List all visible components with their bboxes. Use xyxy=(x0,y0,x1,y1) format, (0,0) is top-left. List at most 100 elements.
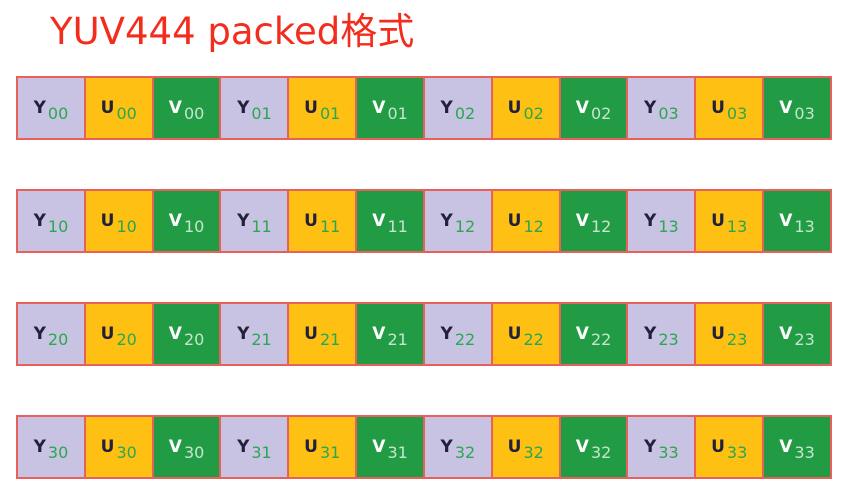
u-sample-cell: U 00 xyxy=(85,78,154,138)
pixel-index: 10 xyxy=(116,217,137,236)
cell-label: U 01 xyxy=(304,98,340,123)
pixel-index: 20 xyxy=(47,330,69,349)
component-letter: V xyxy=(575,211,589,231)
pixel-index: 22 xyxy=(523,330,544,349)
v-sample-cell: V 20 xyxy=(153,304,222,364)
u-sample-cell: U 20 xyxy=(85,304,154,364)
pixel-index: 31 xyxy=(387,443,408,462)
cell-label: V 03 xyxy=(779,98,815,123)
pixel-index: 11 xyxy=(387,217,408,236)
component-letter: U xyxy=(304,98,318,118)
pixel-index: 33 xyxy=(726,443,748,462)
pixel-index: 30 xyxy=(183,443,205,462)
u-sample-cell: U 22 xyxy=(492,304,561,364)
component-letter: Y xyxy=(644,211,657,231)
component-letter: Y xyxy=(33,437,46,457)
cell-label: Y 31 xyxy=(237,437,272,462)
v-sample-cell: V 30 xyxy=(153,417,222,477)
cell-label: U 30 xyxy=(100,437,137,462)
u-sample-cell: U 23 xyxy=(696,304,765,364)
cell-label: U 11 xyxy=(304,211,340,236)
cell-label: V 13 xyxy=(779,211,815,236)
y-sample-cell: Y 31 xyxy=(221,417,290,477)
v-sample-cell: V 01 xyxy=(357,78,425,138)
component-letter: U xyxy=(711,98,725,118)
cell-label: Y 22 xyxy=(440,324,476,349)
pixel-index: 11 xyxy=(319,217,341,236)
component-letter: U xyxy=(304,324,318,344)
diagram-title: YUV444 packed格式 xyxy=(50,10,415,53)
cell-label: Y 03 xyxy=(644,98,679,123)
component-letter: V xyxy=(372,211,386,231)
pixel-index: 20 xyxy=(183,330,205,349)
cell-label: V 32 xyxy=(575,437,612,462)
v-sample-cell: V 13 xyxy=(764,191,830,251)
component-letter: U xyxy=(100,437,115,457)
y-sample-cell: Y 12 xyxy=(424,191,493,251)
cell-label: Y 20 xyxy=(34,324,69,349)
pixel-row-3: Y 30 U 30 V 30 Y 31 U 31 V 31 Y 32 U 32 V 32 Y 33 U 33 V 33 xyxy=(16,415,832,479)
pixel-index: 03 xyxy=(658,104,679,123)
component-letter: Y xyxy=(644,324,657,344)
v-sample-cell: V 12 xyxy=(560,191,629,251)
cell-label: U 31 xyxy=(304,437,340,462)
pixel-index: 30 xyxy=(116,443,137,462)
cell-label: U 13 xyxy=(711,211,747,236)
component-letter: V xyxy=(168,324,182,344)
cell-label: Y 13 xyxy=(644,211,679,236)
component-letter: U xyxy=(100,211,115,231)
component-letter: Y xyxy=(237,211,250,231)
v-sample-cell: V 21 xyxy=(357,304,425,364)
pixel-index: 32 xyxy=(523,443,544,462)
pixel-index: 23 xyxy=(794,330,815,349)
component-letter: Y xyxy=(440,437,453,457)
component-letter: V xyxy=(372,98,386,118)
cell-label: U 33 xyxy=(711,437,747,462)
component-letter: U xyxy=(100,324,115,344)
component-letter: V xyxy=(575,437,589,457)
component-letter: V xyxy=(779,324,793,344)
component-letter: V xyxy=(168,211,182,231)
component-letter: U xyxy=(711,324,725,344)
y-sample-cell: Y 13 xyxy=(628,191,697,251)
u-sample-cell: U 30 xyxy=(85,417,154,477)
cell-label: U 10 xyxy=(100,211,137,236)
component-letter: Y xyxy=(440,324,453,344)
v-sample-cell: V 33 xyxy=(764,417,830,477)
y-sample-cell: Y 03 xyxy=(628,78,697,138)
pixel-index: 31 xyxy=(251,443,272,462)
cell-label: V 31 xyxy=(372,437,408,462)
y-sample-cell: Y 22 xyxy=(424,304,493,364)
component-letter: U xyxy=(507,98,522,118)
component-letter: Y xyxy=(644,437,657,457)
cell-label: V 23 xyxy=(779,324,815,349)
u-sample-cell: U 21 xyxy=(289,304,358,364)
pixel-index: 10 xyxy=(47,217,69,236)
y-sample-cell: Y 00 xyxy=(18,78,86,138)
cell-label: V 12 xyxy=(575,211,612,236)
pixel-index: 01 xyxy=(319,104,341,123)
pixel-index: 22 xyxy=(590,330,612,349)
pixel-index: 03 xyxy=(726,104,748,123)
pixel-index: 13 xyxy=(794,217,815,236)
cell-label: V 10 xyxy=(168,211,205,236)
cell-label: V 33 xyxy=(779,437,815,462)
v-sample-cell: V 10 xyxy=(153,191,222,251)
component-letter: V xyxy=(779,437,793,457)
cell-label: V 11 xyxy=(372,211,408,236)
v-sample-cell: V 11 xyxy=(357,191,425,251)
cell-label: U 03 xyxy=(711,98,747,123)
cell-label: V 00 xyxy=(169,98,205,123)
component-letter: Y xyxy=(33,211,46,231)
component-letter: U xyxy=(507,437,522,457)
cell-label: U 23 xyxy=(711,324,747,349)
y-sample-cell: Y 32 xyxy=(424,417,493,477)
component-letter: U xyxy=(304,437,318,457)
component-letter: V xyxy=(168,437,182,457)
pixel-index: 02 xyxy=(454,104,476,123)
pixel-row-0: Y 00 U 00 V 00 Y 01 U 01 V 01 Y 02 U 02 V 02 Y 03 U 03 V 03 xyxy=(16,76,832,140)
pixel-index: 12 xyxy=(523,217,544,236)
cell-label: Y 11 xyxy=(237,211,272,236)
y-sample-cell: Y 30 xyxy=(18,417,86,477)
pixel-index: 12 xyxy=(454,217,476,236)
